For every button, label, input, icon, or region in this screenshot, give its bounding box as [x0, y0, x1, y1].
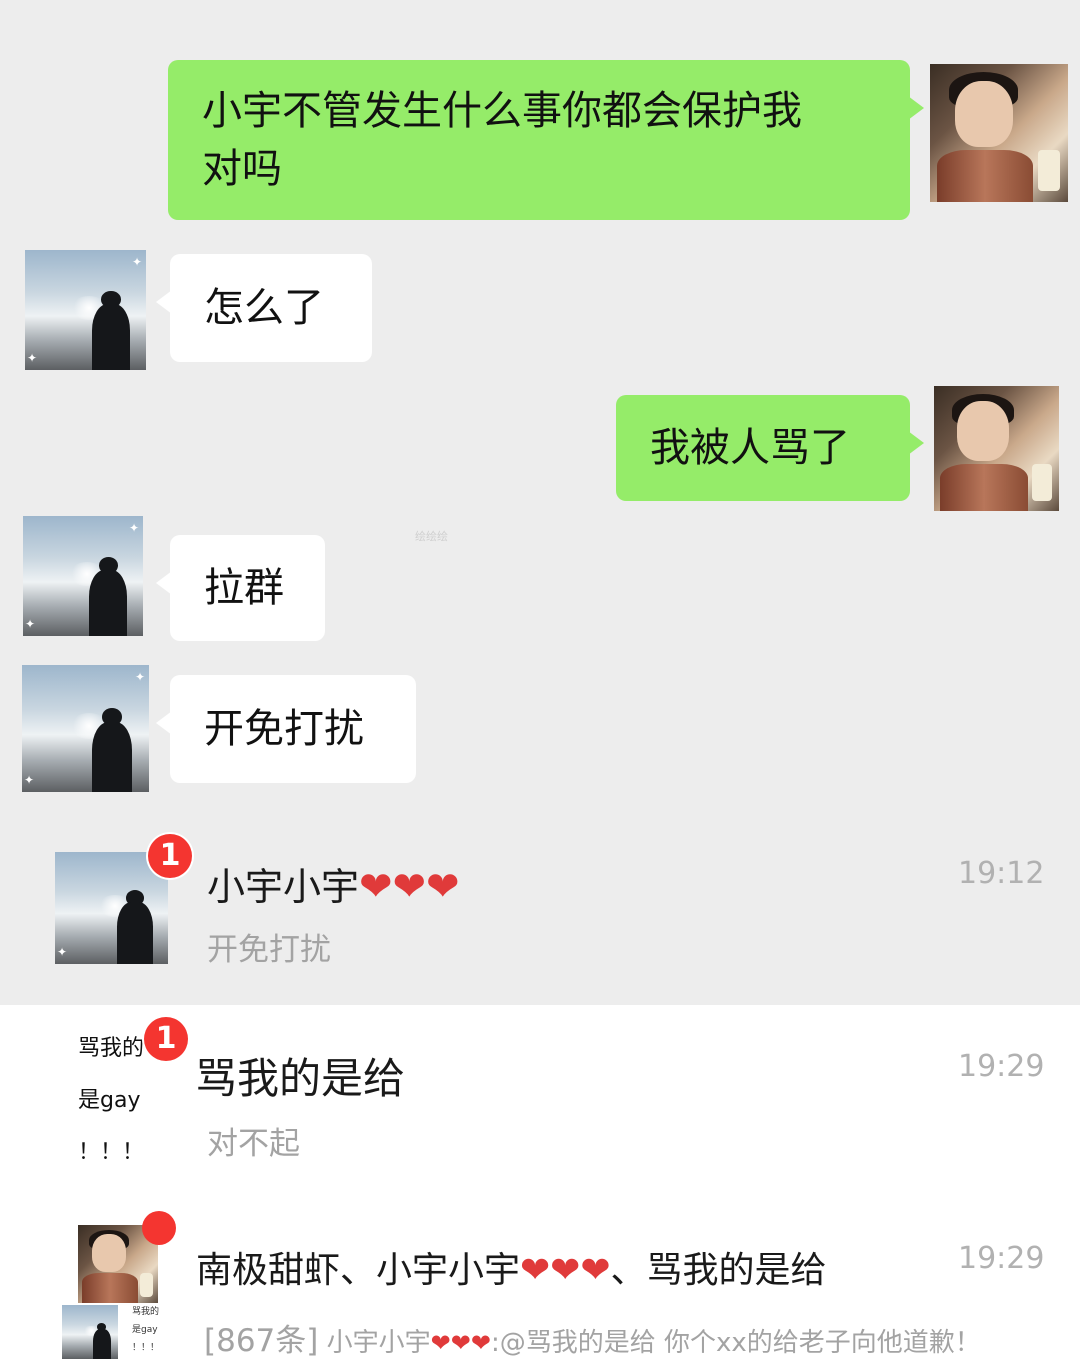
- message-text: 我被人骂了: [650, 425, 850, 471]
- conversation-preview: [867条] 小宇小宇❤❤❤:@骂我的是给 你个xx的给老子向他道歉！: [204, 1315, 981, 1360]
- group-avatar-tile: 骂我的 是gay ！！！: [122, 1303, 172, 1361]
- conversation-row[interactable]: ✦ ✦ 1 小宇小宇❤❤❤ 开免打扰 19:12: [0, 818, 1080, 1005]
- group-avatar-tile: [62, 1305, 118, 1359]
- conversation-preview: 开免打扰: [207, 932, 331, 968]
- conversation-row[interactable]: 骂我的 是gay ！！！ 1 骂我的是给 对不起 19:29: [0, 1005, 1080, 1195]
- heart-icon: ❤❤❤: [520, 1250, 611, 1291]
- conversation-avatar: ✦ ✦: [55, 852, 168, 964]
- avatar-text-line: 是gay: [132, 1325, 158, 1335]
- message-bubble-them[interactable]: 怎么了: [156, 254, 372, 362]
- avatar-text-line: ！！！: [78, 1140, 145, 1165]
- unread-badge: 1: [144, 1017, 188, 1061]
- heart-icon: ❤❤❤: [359, 864, 460, 910]
- contact-avatar[interactable]: ✦ ✦: [23, 516, 143, 636]
- message-text: 怎么了: [204, 285, 324, 331]
- conversation-preview: 对不起: [207, 1126, 300, 1162]
- conversation-time: 19:12: [958, 856, 1045, 891]
- conversation-time: 19:29: [958, 1241, 1045, 1276]
- message-bubble-them[interactable]: 开免打扰: [156, 675, 416, 783]
- watermark: 绘绘绘: [415, 530, 448, 543]
- avatar-text-line: ！！！: [132, 1343, 160, 1353]
- my-avatar[interactable]: [934, 386, 1059, 511]
- message-bubble-them[interactable]: 拉群: [156, 535, 325, 641]
- conversation-name: 小宇小宇❤❤❤: [207, 856, 460, 911]
- contact-avatar[interactable]: ✦ ✦: [25, 250, 146, 370]
- avatar-text-line: 是gay: [78, 1088, 141, 1113]
- conversation-name: 骂我的是给: [195, 1054, 406, 1103]
- preview-text: :@骂我的是给 你个xx的给老子向他道歉！: [490, 1328, 981, 1358]
- message-text: 开免打扰: [204, 706, 364, 752]
- preview-sender: 小宇小宇: [326, 1328, 431, 1358]
- name-text: 南极甜虾、小宇小宇: [196, 1250, 521, 1291]
- conversation-row-group[interactable]: 骂我的 是gay ！！！ 南极甜虾、小宇小宇❤❤❤、骂我的是给 19:29 [8…: [0, 1195, 1080, 1362]
- message-count: [867条]: [204, 1323, 319, 1359]
- unread-badge: 1: [148, 834, 192, 878]
- message-text: 小宇不管发生什么事你都会保护我: [202, 88, 802, 134]
- conversation-name: 南极甜虾、小宇小宇❤❤❤、骂我的是给: [196, 1241, 827, 1293]
- message-text: 对吗: [202, 146, 282, 192]
- message-bubble-me[interactable]: 小宇不管发生什么事你都会保护我 对吗: [168, 60, 924, 220]
- unread-dot: [142, 1211, 176, 1245]
- conversation-time: 19:29: [958, 1049, 1045, 1084]
- heart-icon: ❤❤❤: [430, 1329, 491, 1357]
- message-text: 拉群: [204, 565, 284, 611]
- avatar-text-line: 骂我的: [132, 1307, 160, 1317]
- my-avatar[interactable]: [930, 64, 1068, 202]
- name-text: 小宇小宇: [207, 865, 360, 909]
- name-text: 、骂我的是给: [610, 1250, 827, 1291]
- message-bubble-me[interactable]: 我被人骂了: [616, 395, 924, 501]
- contact-avatar[interactable]: ✦ ✦: [22, 665, 149, 792]
